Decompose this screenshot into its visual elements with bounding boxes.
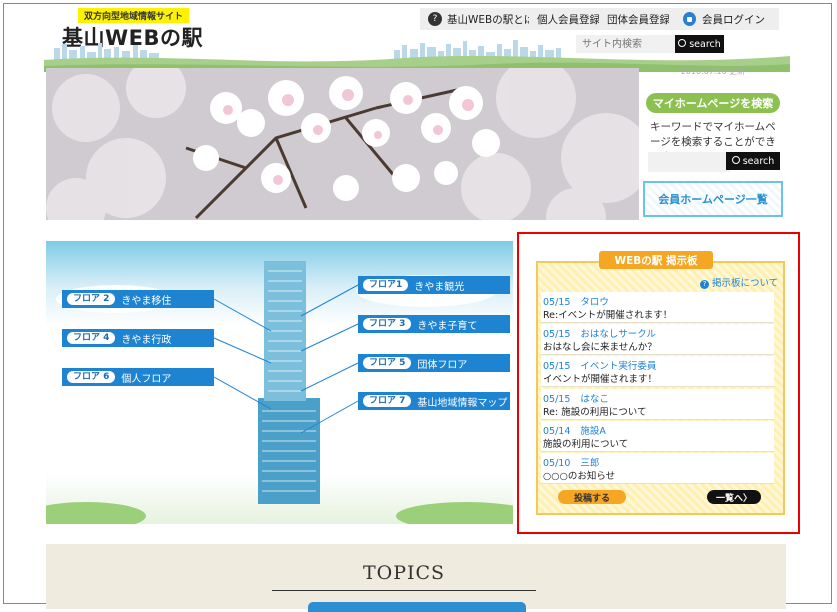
floor-4-tag: フロア 4	[67, 332, 116, 344]
mypage-search-button[interactable]: search	[726, 152, 780, 170]
floor-6-link[interactable]: フロア 6 個人フロア	[62, 368, 214, 386]
floor-5-label: 団体フロア	[417, 359, 468, 371]
board-post[interactable]: 05/14 施設A 施設の利用について	[541, 421, 774, 452]
board-post-meta: 05/15 おはなしサークル	[543, 326, 666, 340]
floor-7-tag: フロア 7	[363, 395, 412, 407]
board-list-button[interactable]: 一覧へ〉	[707, 490, 761, 504]
topics-divider	[272, 590, 536, 591]
board-post[interactable]: 05/15 はなこ Re: 施設の利用について	[541, 389, 774, 420]
topics-heading: TOPICS	[362, 562, 446, 584]
board-post-title: Re:イベントが開催されます！	[543, 310, 673, 321]
floor-6-label: 個人フロア	[121, 373, 172, 385]
nav-personal-register-link[interactable]: 個人会員登録	[529, 8, 608, 30]
board-post-meta: 05/10 三郎	[543, 455, 609, 469]
site-search-input[interactable]	[576, 35, 675, 53]
board-post-title: イベントが開催されます！	[543, 374, 658, 385]
board-post-title: ○○○のお知らせ	[543, 471, 616, 482]
site-search-button[interactable]: search	[675, 35, 724, 53]
floor-3-label: きやま子育て	[417, 320, 478, 332]
floor-5-link[interactable]: フロア 5 団体フロア	[358, 354, 510, 372]
floor-3-link[interactable]: フロア 3 きやま子育て	[358, 315, 510, 333]
site-tagline: 双方向型地域情報サイト	[78, 8, 190, 23]
search-icon	[731, 156, 740, 164]
floor-guide-panel: フロア 2 きやま移住 フロア 4 きやま行政 フロア 6 個人フロア フロア1…	[46, 241, 513, 524]
search-icon	[678, 39, 687, 47]
floor-4-label: きやま行政	[121, 334, 172, 346]
floor-7-link[interactable]: フロア 7 基山地域情報マップ	[358, 392, 510, 410]
nav-login-link[interactable]: 会員ログイン	[669, 8, 779, 30]
board-post[interactable]: 05/15 おはなしサークル おはなし会に来ませんか？	[541, 324, 774, 355]
mypage-search-button-label: search	[742, 155, 775, 167]
floor-2-label: きやま移住	[121, 295, 172, 307]
board-post-meta: 05/15 タロウ	[543, 294, 619, 308]
topics-tab-bar[interactable]	[308, 602, 526, 612]
board-post-title: 施設の利用について	[543, 439, 629, 450]
mypage-search-panel: マイホームページを検索 キーワードでマイホームページを検索することができます s…	[644, 82, 782, 177]
question-icon: ?	[700, 280, 709, 289]
bulletin-board-about-label: 掲示板について	[712, 278, 779, 289]
floor-7-label: 基山地域情報マップ	[417, 397, 508, 409]
question-icon: ?	[428, 12, 442, 26]
site-search-button-label: search	[689, 38, 721, 50]
floor-6-tag: フロア 6	[67, 371, 116, 383]
mypage-search-input[interactable]	[648, 152, 730, 172]
bulletin-board-title: WEBの駅 掲示板	[599, 251, 713, 269]
board-post-meta: 05/15 イベント実行委員	[543, 358, 666, 372]
bulletin-board-about-link[interactable]: ? 掲示板について	[700, 275, 778, 289]
board-post-title: Re: 施設の利用について	[543, 407, 647, 418]
board-post[interactable]: 05/15 タロウ Re:イベントが開催されます！	[541, 292, 774, 323]
floor-4-link[interactable]: フロア 4 きやま行政	[62, 329, 214, 347]
floor-3-tag: フロア 3	[363, 318, 412, 330]
lock-icon	[683, 12, 696, 26]
board-post-meta: 05/14 施設A	[543, 423, 616, 437]
board-post[interactable]: 05/15 イベント実行委員 イベントが開催されます！	[541, 356, 774, 387]
nav-login-label: 会員ログイン	[702, 13, 765, 26]
floor-1-label: きやま観光	[414, 281, 465, 293]
floor-2-tag: フロア 2	[67, 293, 116, 305]
cherry-blossom-illustration	[46, 68, 639, 220]
nav-personal-label: 個人会員登録	[537, 13, 600, 26]
floor-1-link[interactable]: フロア1 きやま観光	[358, 276, 510, 294]
member-homepage-list-button[interactable]: 会員ホームページ一覧	[643, 181, 783, 217]
board-post-button[interactable]: 投稿する	[558, 490, 626, 504]
cherry-blossom-hero-image	[46, 68, 639, 220]
floor-1-tag: フロア1	[363, 279, 409, 291]
last-updated-date: 2018.07.16 更新	[680, 67, 746, 76]
floor-2-link[interactable]: フロア 2 きやま移住	[62, 290, 214, 308]
board-post[interactable]: 05/10 三郎 ○○○のお知らせ	[541, 453, 774, 484]
nav-about-label: 基山WEBの駅とは	[447, 13, 535, 26]
board-post-title: おはなし会に来ませんか？	[543, 342, 657, 353]
floor-5-tag: フロア 5	[363, 357, 412, 369]
board-post-meta: 05/15 はなこ	[543, 391, 619, 405]
nav-about-link[interactable]: ? 基山WEBの駅とは	[420, 8, 543, 30]
nav-group-label: 団体会員登録	[607, 13, 670, 26]
nav-group-register-link[interactable]: 団体会員登録	[599, 8, 678, 30]
mypage-search-title: マイホームページを検索	[646, 93, 780, 113]
